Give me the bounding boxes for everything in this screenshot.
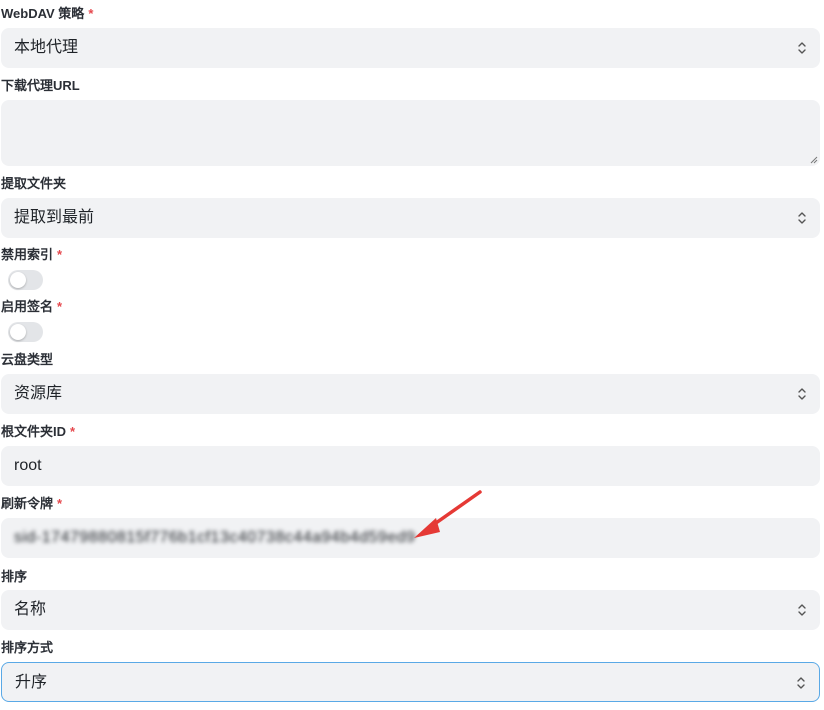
order-direction-select[interactable]: 升序 [1,662,820,702]
download-proxy-url-label: 下载代理URL [1,78,80,94]
order-direction-label-text: 排序方式 [1,640,54,655]
order-direction-label: 排序方式 [1,640,53,656]
extract-folder-select[interactable]: 提取到最前 [1,198,820,238]
disable-index-label-text: 禁用索引 [1,247,54,262]
chevron-updown-icon [798,604,806,616]
disable-index-label: 禁用索引 * [1,247,62,263]
required-mark: * [70,424,76,439]
chevron-updown-icon [798,42,806,54]
required-mark: * [57,247,63,262]
download-proxy-url-textarea[interactable] [1,100,820,166]
order-by-select[interactable]: 名称 [1,590,820,630]
order-by-value: 名称 [14,601,47,618]
extract-folder-label: 提取文件夹 [1,176,66,192]
order-by-label: 排序 [1,569,27,585]
webdav-policy-value: 本地代理 [14,39,79,56]
webdav-policy-label: WebDAV 策略 * [1,6,93,22]
enable-sign-toggle[interactable] [8,322,43,342]
disable-index-toggle[interactable] [8,270,43,290]
toggle-knob [10,272,26,288]
webdav-policy-label-text: WebDAV 策略 [1,6,85,21]
root-folder-id-label: 根文件夹ID * [1,424,75,440]
root-folder-id-value: root [14,457,42,474]
root-folder-id-input[interactable]: root [1,446,820,486]
enable-sign-label: 启用签名 * [1,299,62,315]
toggle-knob [10,324,26,340]
refresh-token-value: sid-17479880815f776b1cf13c40738c44a94b4d… [14,529,416,546]
refresh-token-label-text: 刷新令牌 [1,496,54,511]
drive-type-select[interactable]: 资源库 [1,374,820,414]
drive-type-value: 资源库 [14,385,63,402]
enable-sign-label-text: 启用签名 [1,299,54,314]
required-mark: * [57,299,63,314]
chevron-updown-icon [798,212,806,224]
drive-type-label-text: 云盘类型 [1,352,54,367]
refresh-token-label: 刷新令牌 * [1,496,62,512]
annotation-arrow [414,490,482,538]
chevron-updown-icon [797,677,805,689]
download-proxy-url-label-text: 下载代理URL [1,78,80,93]
extract-folder-label-text: 提取文件夹 [1,176,67,191]
drive-type-label: 云盘类型 [1,352,53,368]
webdav-policy-select[interactable]: 本地代理 [1,28,820,68]
extract-folder-value: 提取到最前 [14,209,95,226]
resize-grip-icon[interactable] [809,155,818,164]
required-mark: * [88,6,94,21]
chevron-updown-icon [798,388,806,400]
order-by-label-text: 排序 [1,569,28,584]
root-folder-id-label-text: 根文件夹ID [1,424,67,439]
order-direction-value: 升序 [15,674,48,691]
required-mark: * [57,496,63,511]
